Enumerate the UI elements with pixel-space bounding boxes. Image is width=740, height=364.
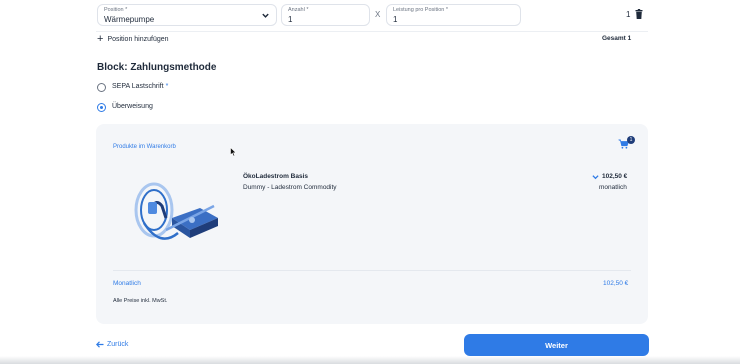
bottom-shadow [0,356,740,364]
position-label: Position * [104,7,128,13]
product-frequency: monatlich [599,184,627,191]
anzahl-label: Anzahl * [288,7,309,13]
vat-note: Alle Preise inkl. MwSt. [113,298,168,304]
multiply-symbol: X [375,10,381,19]
leistung-label: Leistung pro Position * [393,7,449,13]
divider [113,270,631,271]
position-select[interactable]: Position * Wärmepumpe [97,4,277,26]
next-button[interactable]: Weiter [464,334,649,356]
radio-sepa-label[interactable]: SEPA Lastschrift * [112,83,168,90]
total-label: Gesamt 1 [602,35,632,42]
add-position-button[interactable]: + Position hinzufügen [97,33,169,45]
trash-icon[interactable] [635,9,643,19]
leistung-field[interactable]: Leistung pro Position * 1 [386,4,521,26]
product-description: Dummy - Ladestrom Commodity [243,184,337,191]
plus-icon: + [97,33,104,45]
divider [96,31,648,32]
anzahl-value: 1 [288,15,293,24]
chevron-down-icon [262,13,269,18]
radio-ueberweisung[interactable] [97,103,106,112]
cart-panel: Produkte im Warenkorb 1 ÖkoLadestrom Bas… [96,124,648,324]
mouse-cursor-icon [230,147,237,157]
monthly-value: 102,50 € [603,280,629,287]
radio-ueberweisung-label[interactable]: Überweisung [112,103,153,110]
add-position-label: Position hinzufügen [107,35,169,43]
monthly-label: Monatlich [113,280,141,287]
cart-badge: 1 [627,136,635,144]
back-button[interactable]: Zurück [96,341,128,348]
cart-header: Produkte im Warenkorb [113,144,176,150]
leistung-value: 1 [393,15,398,24]
product-price: 102,50 € [602,173,628,180]
radio-sepa[interactable] [97,83,106,92]
block-title: Block: Zahlungsmethode [97,62,217,73]
row-quantity: 1 [626,10,631,19]
position-value: Wärmepumpe [104,15,155,24]
anzahl-field[interactable]: Anzahl * 1 [281,4,370,26]
required-mark: * [165,83,169,90]
charging-cable-image [134,182,218,240]
back-label: Zurück [107,341,129,348]
arrow-left-icon [96,341,104,348]
product-name: ÖkoLadestrom Basis [243,173,309,180]
